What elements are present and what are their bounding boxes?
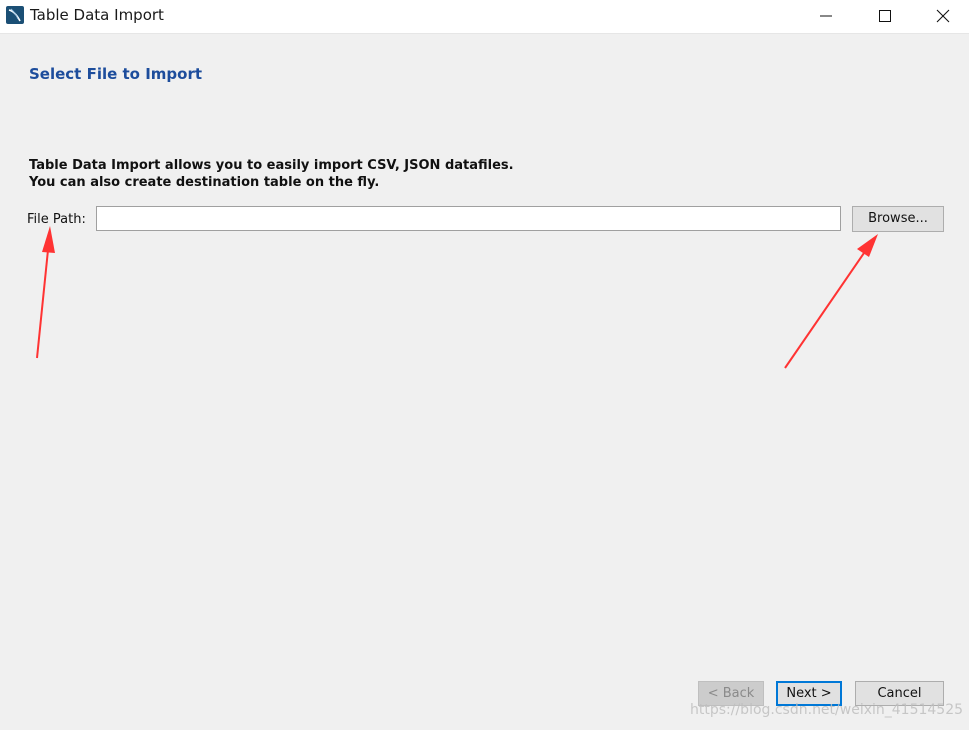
arrow-to-browse	[784, 234, 878, 369]
annotation-arrows	[36, 226, 878, 369]
table-data-import-window: Table Data Import Select File to Import …	[0, 0, 969, 730]
watermark-text: https://blog.csdn.net/weixin_41514525	[690, 702, 964, 718]
arrow-to-file-path	[36, 226, 55, 359]
